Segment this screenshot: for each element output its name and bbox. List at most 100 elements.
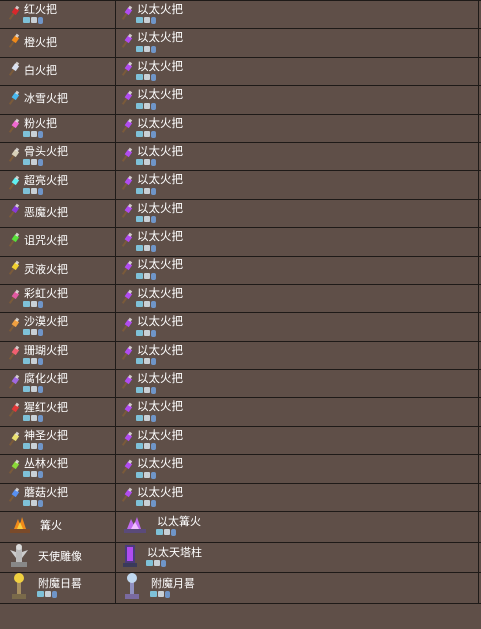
- item-label[interactable]: 腐化火把: [24, 373, 68, 384]
- table-row: 附魔日晷 附魔月晷: [0, 573, 481, 604]
- pc-icon: [31, 386, 37, 393]
- item-label[interactable]: 蘑菇火把: [24, 487, 68, 498]
- item-label[interactable]: 以太火把: [137, 89, 183, 101]
- item-label[interactable]: 诅咒火把: [24, 235, 68, 246]
- torch-cell: 骨头火把: [0, 142, 116, 171]
- source-icons: [37, 590, 82, 598]
- source-icons: [136, 301, 183, 309]
- aether-torch-icon: [121, 374, 135, 394]
- item-label[interactable]: 骨头火把: [24, 146, 68, 157]
- table-row: 腐化火把 以太火把: [0, 370, 481, 399]
- item-label[interactable]: 冰雪火把: [24, 93, 68, 104]
- water-icon: [136, 272, 143, 279]
- item-label[interactable]: 恶魔火把: [24, 207, 68, 218]
- torch-icon: [8, 289, 22, 309]
- item-label[interactable]: 以太火把: [137, 401, 183, 413]
- gem-icon: [38, 357, 43, 365]
- item-label[interactable]: 灵液火把: [24, 264, 68, 275]
- water-icon: [136, 102, 143, 109]
- pc-icon: [144, 443, 150, 450]
- source-icons: [136, 131, 183, 138]
- source-icons: [23, 17, 57, 25]
- item-label[interactable]: 以太火把: [137, 259, 183, 271]
- source-icons: [136, 216, 183, 224]
- torch-cell: 白火把: [0, 57, 116, 86]
- pc-icon: [31, 329, 37, 336]
- pc-icon: [31, 499, 37, 506]
- aether-cell: 以太火把: [116, 1, 479, 29]
- item-label[interactable]: 以太火把: [137, 60, 183, 73]
- item-label[interactable]: 白火把: [24, 65, 57, 76]
- item-label[interactable]: 以太火把: [137, 344, 183, 357]
- aether-torch-icon: [121, 232, 135, 252]
- item-label[interactable]: 篝火: [40, 520, 62, 531]
- source-icons: [156, 529, 201, 537]
- item-label[interactable]: 红火把: [24, 4, 57, 15]
- aether-cell: 以太火把: [116, 228, 479, 256]
- torch-icon: [8, 402, 22, 422]
- item-label[interactable]: 珊瑚火把: [24, 345, 68, 356]
- item-label[interactable]: 附魔月晷: [151, 578, 195, 589]
- source-icons: [136, 386, 183, 394]
- water-icon: [23, 159, 30, 166]
- gem-icon: [151, 17, 156, 25]
- water-icon: [23, 499, 30, 506]
- pc-icon: [31, 17, 37, 24]
- torch-cell: 灵液火把: [0, 256, 116, 284]
- source-icons: [23, 329, 68, 337]
- item-label[interactable]: 以太火把: [137, 174, 183, 186]
- aether-cell: 以太火把: [116, 284, 479, 313]
- item-label[interactable]: 以太火把: [137, 429, 183, 442]
- item-label[interactable]: 沙漠火把: [24, 316, 68, 327]
- table-row: 天使雕像 以太天塔柱: [0, 542, 481, 574]
- item-label[interactable]: 丛林火把: [24, 458, 68, 469]
- item-label[interactable]: 橙火把: [24, 37, 57, 48]
- item-cell: 附魔日晷: [0, 573, 116, 603]
- gem-icon: [151, 45, 156, 53]
- torch-icon: [8, 431, 22, 451]
- torch-cell: 诅咒火把: [0, 228, 116, 256]
- aether-campfire-icon: [121, 515, 149, 539]
- gem-icon: [151, 358, 156, 366]
- torch-icon: [8, 5, 22, 25]
- source-icons: [136, 443, 183, 451]
- item-label[interactable]: 神圣火把: [24, 430, 68, 441]
- gem-icon: [151, 131, 156, 138]
- item-label[interactable]: 以太火把: [137, 458, 183, 470]
- torch-cell: 超亮火把: [0, 171, 116, 199]
- conversion-table: 红火把 以太火把 橙火把 以太火把 白火把 以太火把 冰雪火把 以太火把 粉火把…: [0, 0, 481, 604]
- item-label[interactable]: 以太火把: [137, 287, 183, 300]
- item-label[interactable]: 以太火把: [137, 231, 183, 243]
- item-label[interactable]: 以太火把: [137, 486, 183, 499]
- source-icons: [23, 357, 68, 365]
- torch-cell: 冰雪火把: [0, 86, 116, 114]
- item-label[interactable]: 猩红火把: [24, 402, 68, 413]
- item-label[interactable]: 以太火把: [137, 32, 183, 44]
- table-row: 超亮火把 以太火把: [0, 171, 481, 200]
- item-label[interactable]: 以太火把: [137, 202, 183, 215]
- item-label[interactable]: 以太火把: [137, 316, 183, 328]
- item-label[interactable]: 以太火把: [137, 145, 183, 158]
- item-label[interactable]: 以太天塔柱: [147, 547, 202, 558]
- item-label[interactable]: 彩虹火把: [24, 288, 68, 299]
- torch-cell: 神圣火把: [0, 426, 116, 455]
- aether-cell: 附魔月晷: [116, 573, 479, 603]
- table-row: 红火把 以太火把: [0, 1, 481, 30]
- item-label[interactable]: 粉火把: [24, 118, 57, 129]
- gem-icon: [171, 529, 176, 537]
- item-label[interactable]: 以太火把: [137, 373, 183, 385]
- source-icons: [23, 301, 68, 309]
- table-row: 粉火把 以太火把: [0, 114, 481, 143]
- item-label[interactable]: 以太火把: [137, 117, 183, 130]
- item-label[interactable]: 天使雕像: [38, 551, 82, 562]
- item-label[interactable]: 以太篝火: [157, 516, 201, 527]
- torch-icon: [8, 61, 22, 81]
- water-icon: [136, 17, 143, 24]
- gem-icon: [151, 187, 156, 195]
- item-label[interactable]: 超亮火把: [24, 175, 68, 186]
- gem-icon: [151, 244, 156, 252]
- source-icons: [136, 244, 183, 252]
- torch-icon: [8, 232, 22, 252]
- item-label[interactable]: 附魔日晷: [38, 578, 82, 589]
- item-label[interactable]: 以太火把: [137, 3, 183, 16]
